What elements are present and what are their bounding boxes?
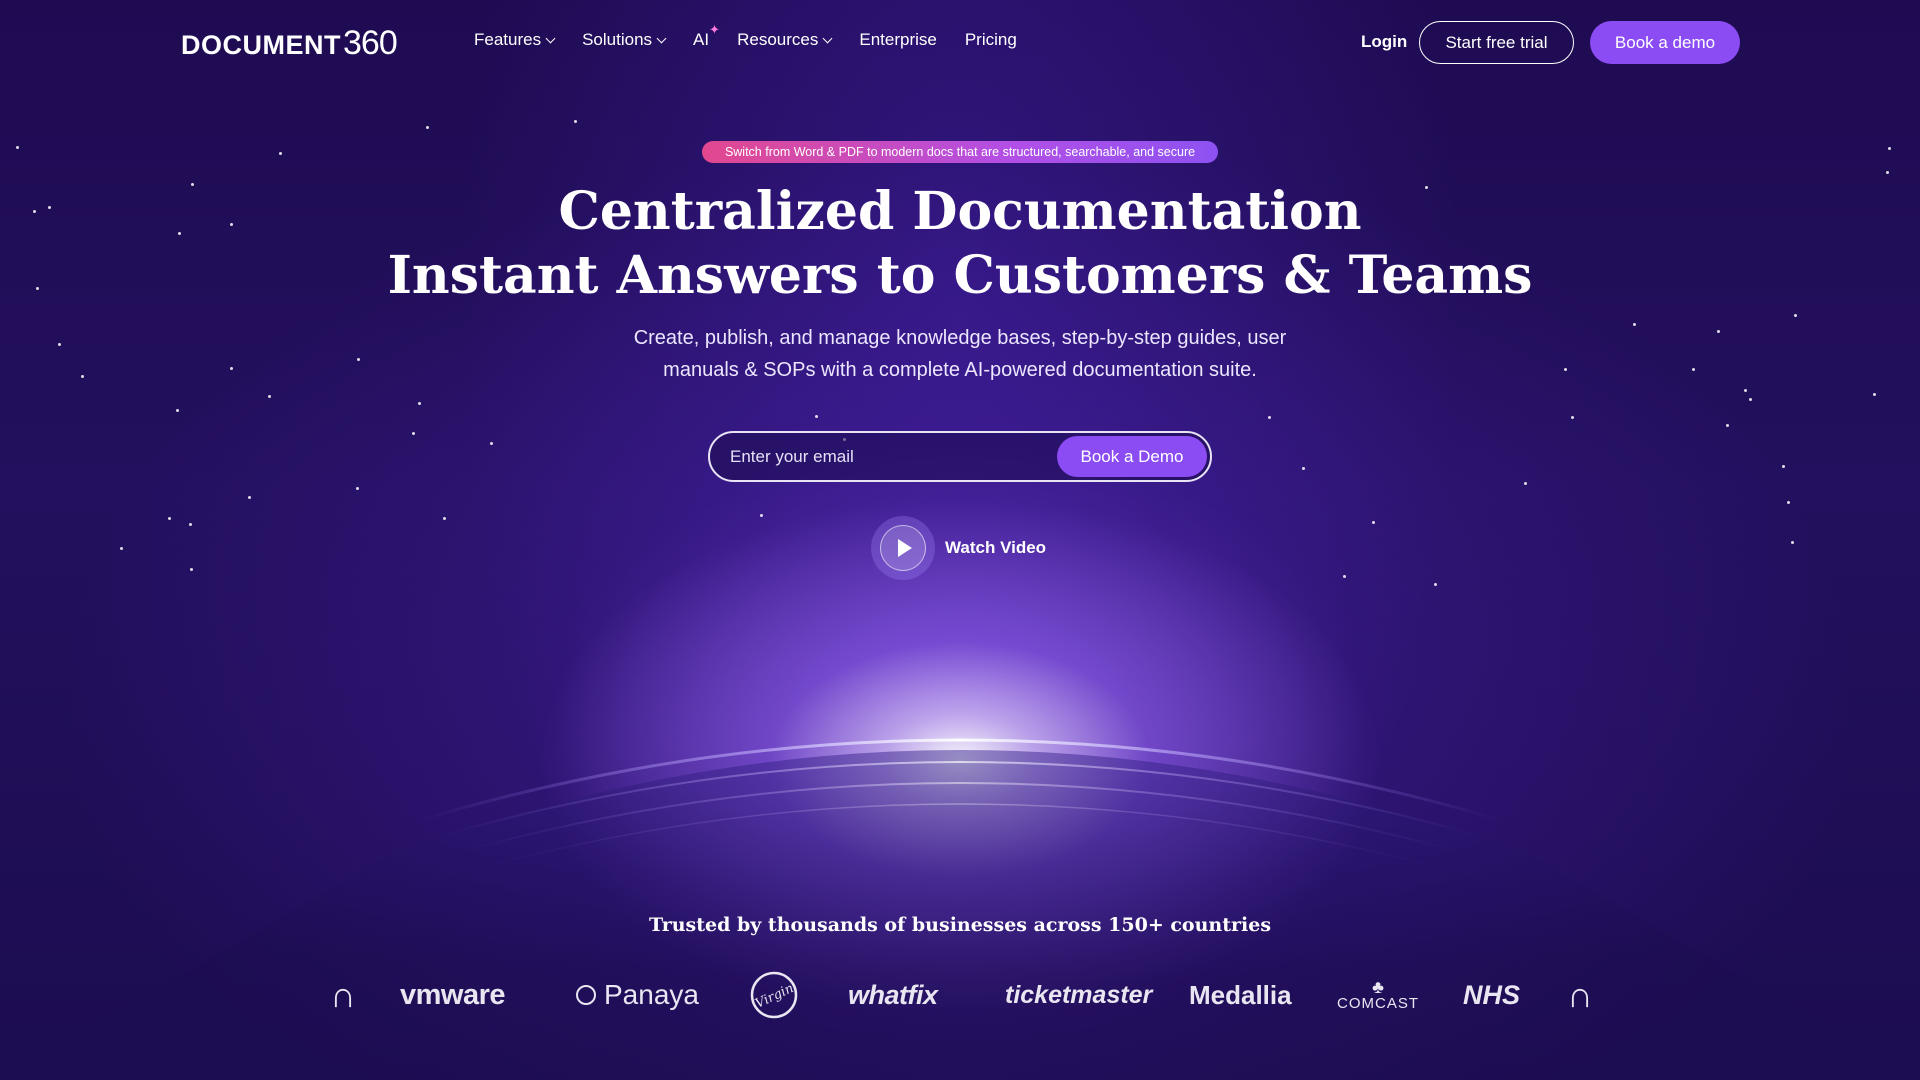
ticketmaster-logo: ticketmaster	[1005, 980, 1153, 1009]
hero-headline: Centralized Documentation Instant Answer…	[0, 180, 1920, 308]
hero-subheadline: Create, publish, and manage knowledge ba…	[560, 322, 1360, 386]
panaya-logo: Panaya	[576, 965, 699, 1025]
menu-item-label: AI	[693, 30, 710, 49]
play-icon	[898, 539, 912, 557]
book-a-demo-button[interactable]: Book a Demo	[1057, 436, 1207, 477]
main-menu: Features Solutions AI ✦ Resources Enterp…	[474, 22, 1045, 50]
document360-logo[interactable]: DOCUMENT 360	[181, 24, 398, 63]
menu-item-resources[interactable]: Resources	[737, 30, 833, 50]
vmware-logo: vmware	[400, 978, 506, 1011]
comcast-wordmark: COMCAST	[1337, 994, 1419, 1012]
headline-line-2: Instant Answers to Customers & Teams	[387, 245, 1533, 306]
chevron-down-icon	[822, 33, 833, 43]
email-signup-form: Book a Demo	[708, 431, 1212, 482]
chevron-down-icon	[545, 33, 556, 43]
virgin-badge-icon: Virgin	[750, 971, 798, 1019]
logo-number: 360	[343, 24, 398, 62]
watch-video-button[interactable]: Watch Video	[871, 516, 1046, 580]
comcast-logo: ♣ COMCAST	[1337, 965, 1419, 1025]
start-free-trial-button[interactable]: Start free trial	[1419, 21, 1574, 64]
menu-item-label: Resources	[737, 30, 819, 49]
announcement-banner[interactable]: Switch from Word & PDF to modern docs th…	[702, 141, 1218, 163]
chevron-down-icon	[656, 33, 667, 43]
menu-item-label: Pricing	[964, 30, 1017, 49]
subheadline-line-2: manuals & SOPs with a complete AI-powere…	[663, 359, 1257, 381]
headline-line-1: Centralized Documentation	[558, 181, 1362, 242]
menu-item-label: Enterprise	[859, 30, 937, 49]
customer-logo-strip: ∩ vmware Panaya Virgin whatfix ticketmas…	[0, 965, 1920, 1025]
top-navigation: DOCUMENT 360 Features Solutions AI ✦ Reso…	[0, 0, 1920, 84]
book-a-demo-nav-button[interactable]: Book a demo	[1590, 21, 1740, 64]
peacock-icon: ♣	[1372, 976, 1384, 997]
sparkle-icon: ✦	[709, 22, 720, 37]
menu-item-pricing[interactable]: Pricing	[965, 30, 1017, 50]
menu-item-features[interactable]: Features	[474, 30, 556, 50]
nhs-logo: NHS	[1463, 979, 1521, 1010]
arch-icon: ∩	[1567, 974, 1593, 1015]
play-circle	[880, 525, 926, 571]
menu-item-enterprise[interactable]: Enterprise	[859, 30, 936, 50]
whatfix-logo: whatfix	[848, 979, 938, 1010]
virgin-logo: Virgin	[749, 965, 799, 1025]
trusted-by-heading: Trusted by thousands of businesses acros…	[648, 914, 1272, 936]
medallia-logo: Medallia	[1189, 979, 1292, 1010]
subheadline-line-1: Create, publish, and manage knowledge ba…	[633, 327, 1287, 349]
email-input[interactable]	[730, 445, 1030, 469]
svg-text:Virgin: Virgin	[753, 981, 796, 1012]
menu-item-solutions[interactable]: Solutions	[582, 30, 667, 50]
panaya-wordmark: Panaya	[604, 979, 699, 1010]
play-button[interactable]	[871, 516, 935, 580]
menu-item-label: Features	[474, 30, 542, 49]
watch-video-label: Watch Video	[945, 538, 1047, 557]
logo-text: DOCUMENT	[181, 30, 341, 60]
menu-item-label: Solutions	[582, 30, 653, 49]
panaya-ring-icon	[576, 985, 596, 1005]
arch-icon: ∩	[330, 974, 356, 1015]
login-link[interactable]: Login	[1361, 32, 1407, 52]
menu-item-ai[interactable]: AI ✦	[693, 22, 720, 50]
